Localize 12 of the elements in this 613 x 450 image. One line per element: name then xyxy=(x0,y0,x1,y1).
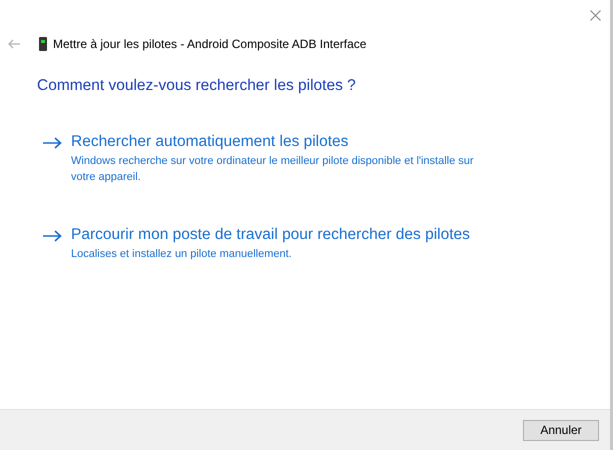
option-description: Localises et installez un pilote manuellement. xyxy=(71,247,293,262)
option-description: Windows recherche sur votre ordinateur le meilleur pilote disponible et l'installe sur votre appareil. xyxy=(71,154,475,185)
phone-icon xyxy=(39,37,47,51)
close-icon[interactable] xyxy=(590,10,601,20)
option-link[interactable]: Parcourir mon poste de travail pour rechercher des pilotes xyxy=(71,225,501,245)
arrow-icon xyxy=(43,137,62,149)
window-title: Mettre à jour les pilotes - Android Composite ADB Interface xyxy=(53,37,366,51)
heading: Comment voulez-vous rechercher les pilotes ? xyxy=(37,77,357,95)
cancel-button[interactable]: Annuler xyxy=(523,420,599,440)
arrow-icon xyxy=(43,230,62,242)
back-arrow-icon[interactable] xyxy=(8,39,20,49)
option-link[interactable]: Rechercher automatiquement les pilotes xyxy=(71,132,501,152)
